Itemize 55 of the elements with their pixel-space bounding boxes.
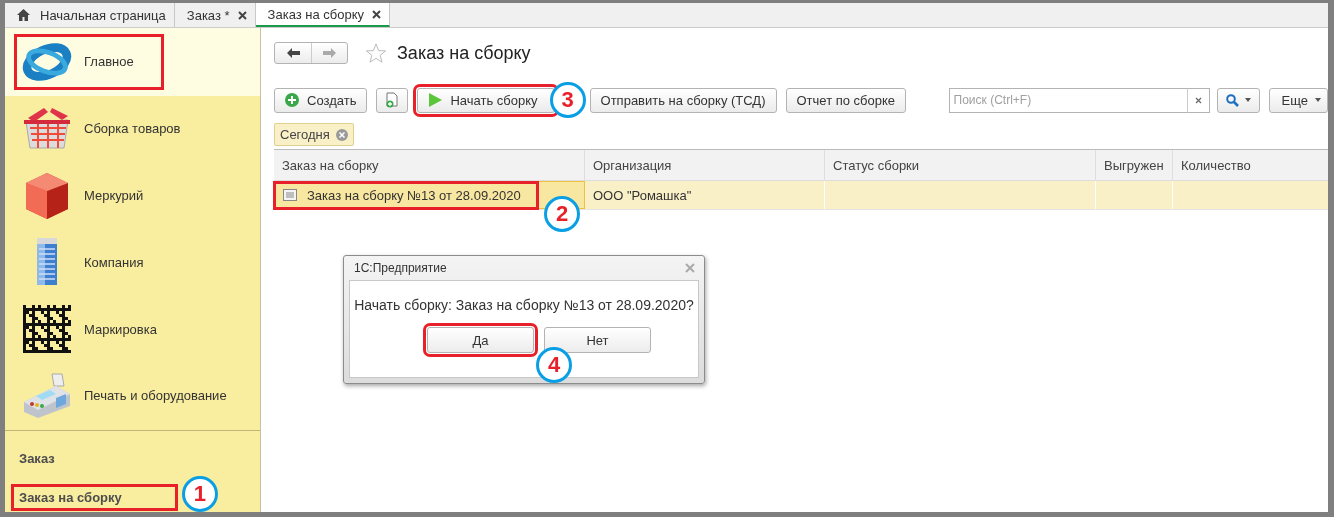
toolbar-button[interactable]: Отчет по сборке [785,87,907,113]
dialog-title: 1C:Предприятие [354,261,447,275]
section-label: Главное [18,37,160,86]
section-label: Печать и оборудование [18,369,227,422]
search-icon [1225,93,1239,107]
home-icon [17,9,30,21]
tab[interactable]: Заказ на сборку [255,3,391,27]
toolbar-button[interactable] [376,87,409,113]
data-matrix-icon [23,305,71,353]
column-header[interactable]: Выгружен [1096,150,1173,180]
callout-number: 3 [549,82,586,118]
more-button[interactable]: Еще [1268,87,1328,113]
remove-icon[interactable] [335,128,348,141]
column-header[interactable]: Статус сборки [825,150,1096,180]
column-header[interactable]: Количество [1173,150,1328,180]
toolbar-button[interactable]: Создать [274,87,368,113]
search-button[interactable] [1216,87,1260,113]
plus-icon [285,93,299,107]
dialog-button[interactable]: Нет [544,327,651,353]
close-icon[interactable] [372,9,382,19]
sidebar-section[interactable]: Печать и оборудование [5,362,260,429]
section-label: Сборка товаров [18,102,181,156]
filter-chip[interactable]: Сегодня [274,123,354,146]
callout-number: 4 [536,347,572,383]
payment-terminal-icon [22,371,72,420]
dialog-message: Начать сборку: Заказ на сборку №13 от 28.09.2020? [354,297,694,313]
close-icon[interactable] [237,10,247,20]
sidebar-section[interactable]: Главное [5,28,260,96]
navigation-buttons[interactable] [274,42,348,64]
star-icon[interactable] [365,42,387,64]
callout-number: 1 [181,476,218,512]
cube-icon [23,170,71,221]
column-header[interactable]: Организация [585,150,825,180]
column-header[interactable]: Заказ на сборку [274,150,585,180]
section-label: Меркурий [18,168,144,223]
section-label: Компания [18,235,144,290]
document-icon [283,189,297,201]
sidebar-section[interactable]: Меркурий [5,162,260,229]
section-label: Маркировка [18,303,157,355]
sidebar-section[interactable]: Сборка товаров [5,95,260,163]
callout-number: 2 [544,196,580,232]
sidebar-section[interactable]: Маркировка [5,295,260,363]
table-cell: Заказ на сборку №13 от 28.09.2020 [277,184,535,206]
form-title: Заказ на сборку [397,42,531,64]
clear-icon[interactable] [1194,96,1202,104]
nav-link[interactable]: Заказ [15,449,63,468]
tab[interactable]: Заказ * [174,3,256,27]
sidebar-section[interactable]: Компания [5,229,260,296]
search-field[interactable]: Поиск (Ctrl+F) [948,87,1187,113]
play-icon [428,93,443,107]
toolbar-button[interactable]: Отправить на сборку (ТСД) [589,87,777,113]
tab[interactable]: Начальная страница [5,3,175,27]
table-cell: ООО "Ромашка" [593,187,692,203]
add-document-icon [385,92,400,108]
back-arrow-icon[interactable] [286,48,300,58]
